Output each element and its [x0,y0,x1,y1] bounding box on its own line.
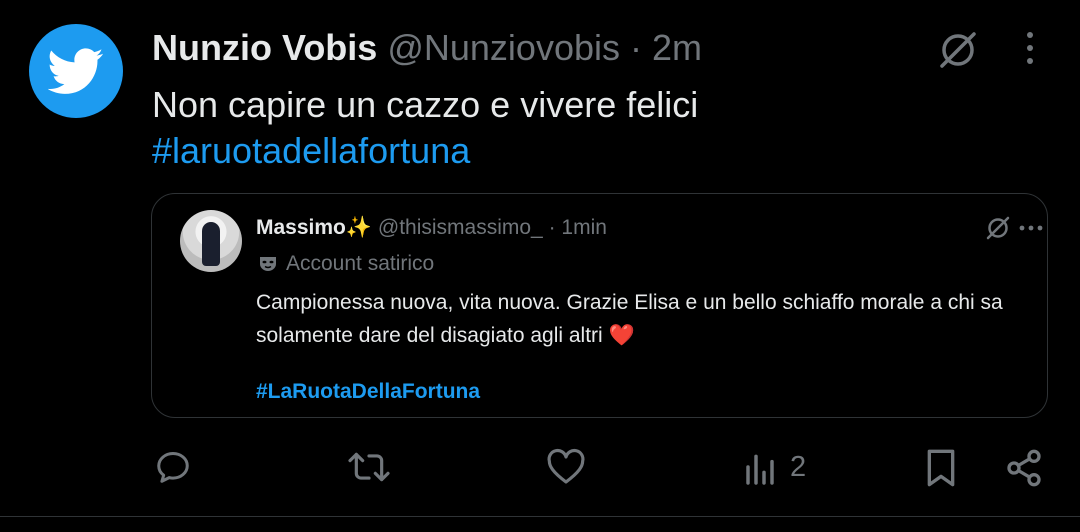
bookmark-button[interactable] [924,448,958,488]
tweet-hashtag[interactable]: #laruotadellafortuna [152,128,698,174]
account-label: Account satirico [258,250,434,278]
quoted-author-avatar[interactable] [180,210,242,272]
grok-icon [940,32,976,68]
more-options-button[interactable] [1016,30,1044,71]
quoted-author-name[interactable]: Massimo [256,216,346,239]
quoted-time[interactable]: 1min [561,216,607,239]
reply-icon [157,452,189,483]
quoted-separator: · [548,216,556,239]
tweet-time[interactable]: 2m [652,27,702,68]
grok-icon [986,216,1010,240]
tweet-header: Nunzio Vobis @Nunziovobis · 2m [152,28,702,68]
quoted-tweet-header: Massimo✨ @thisismassimo_ · 1min [256,214,607,242]
author-handle[interactable]: @Nunziovobis [387,27,620,68]
quoted-tweet-text: Campionessa nuova, vita nuova. Grazie El… [256,286,1036,352]
share-button[interactable] [1004,448,1044,488]
bookmark-icon [927,449,955,487]
author-name[interactable]: Nunzio Vobis [152,27,377,68]
retweet-icon [348,452,390,482]
account-label-text: Account satirico [286,252,435,275]
tweet-text: Non capire un cazzo e vivere felici #lar… [152,82,698,174]
author-avatar[interactable] [29,24,123,118]
more-vertical-icon [1027,32,1033,64]
like-button[interactable] [546,448,586,486]
retweet-button[interactable] [346,448,392,486]
share-icon [1007,449,1041,487]
quoted-author-handle[interactable]: @thisismassimo_ [378,216,543,239]
quoted-grok-button[interactable] [984,214,1012,247]
grok-button[interactable] [936,28,980,77]
mask-icon [260,257,276,271]
quoted-hashtag[interactable]: #LaRuotaDellaFortuna [256,378,480,406]
quoted-tweet[interactable]: Massimo✨ @thisismassimo_ · 1min Account … [151,193,1048,418]
more-horizontal-icon [1019,225,1043,231]
sparkle-emoji: ✨ [345,216,373,239]
header-separator: · [630,27,643,68]
quoted-more-button[interactable] [1018,220,1044,238]
twitter-bird-icon [48,48,104,94]
views-button[interactable]: 2 [744,448,806,486]
like-icon [547,448,585,484]
views-count: 2 [790,450,807,483]
heart-emoji: ❤️ [608,324,635,347]
views-icon [746,454,774,485]
tweet-body: Non capire un cazzo e vivere felici [152,84,699,125]
reply-button[interactable] [154,448,192,486]
divider [0,516,1080,517]
